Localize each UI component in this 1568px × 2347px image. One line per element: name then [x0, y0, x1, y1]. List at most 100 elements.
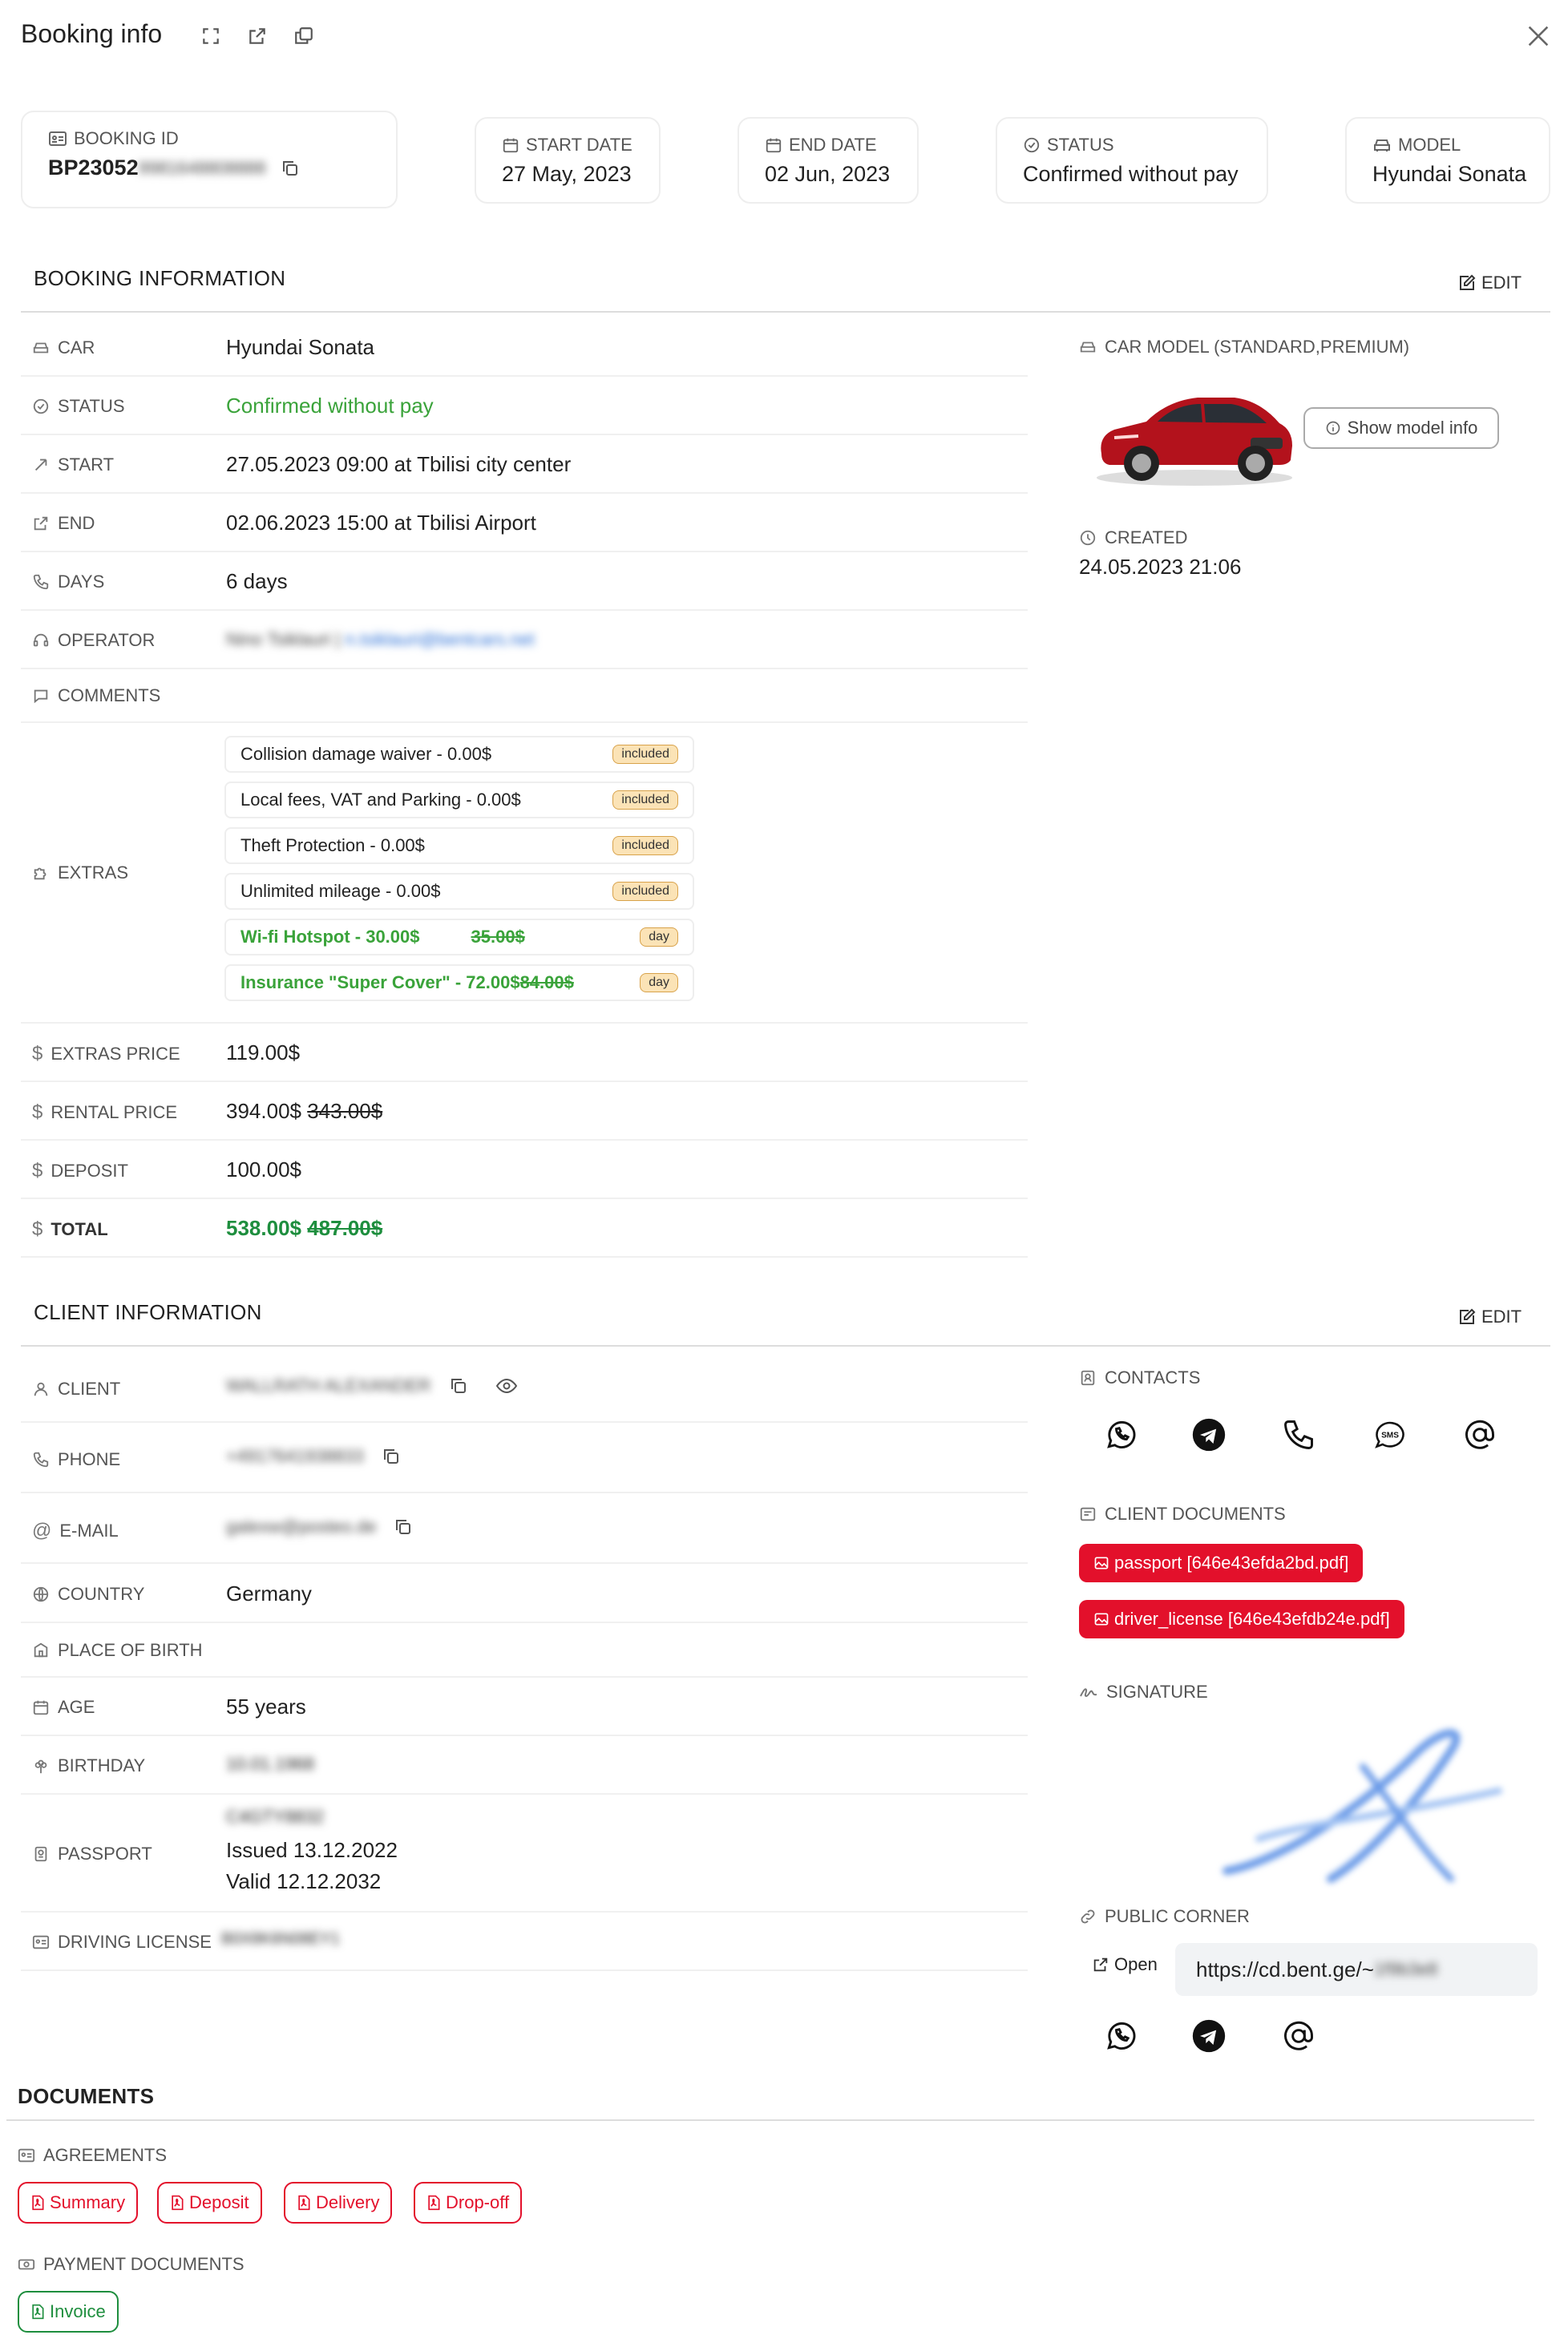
copy-icon[interactable]	[382, 1447, 401, 1466]
extra-item: Unlimited mileage - 0.00$ included	[224, 873, 694, 910]
booking-info-title: BOOKING INFORMATION	[34, 266, 286, 290]
payment-documents-label: PAYMENT DOCUMENTS	[18, 2254, 244, 2275]
extra-item: Local fees, VAT and Parking - 0.00$ incl…	[224, 782, 694, 818]
client-row-label: CLIENT	[32, 1379, 120, 1400]
clock-icon	[1079, 529, 1097, 547]
extra-item: Collision damage waiver - 0.00$ included	[224, 736, 694, 773]
pickup-icon	[32, 456, 50, 474]
svg-text:SMS: SMS	[1381, 1432, 1399, 1440]
show-model-info-button[interactable]: Show model info	[1303, 407, 1499, 449]
booking-id-hidden: 9981648808888	[138, 157, 266, 178]
status-card: STATUS Confirmed without pay	[996, 117, 1268, 204]
passport-valid: Valid 12.12.2032	[226, 1869, 382, 1893]
booking-edit-button[interactable]: EDIT	[1457, 273, 1522, 293]
pdf-icon	[30, 2304, 45, 2320]
status-row-label: STATUS	[32, 396, 125, 417]
info-icon	[1325, 420, 1341, 436]
email-icon[interactable]	[1462, 1417, 1497, 1452]
passport-document-button[interactable]: passport [646e43efda2bd.pdf]	[1079, 1544, 1364, 1582]
country-row-label: COUNTRY	[32, 1584, 144, 1605]
days-value: 6 days	[226, 569, 288, 593]
client-edit-button[interactable]: EDIT	[1457, 1307, 1522, 1327]
whatsapp-icon[interactable]	[1103, 1417, 1138, 1452]
status-value: Confirmed without pay	[226, 394, 434, 418]
car-row-label: CAR	[32, 337, 95, 358]
row-divider	[21, 1969, 1028, 1971]
client-documents-label: CLIENT DOCUMENTS	[1079, 1504, 1286, 1525]
email-icon[interactable]	[1281, 2018, 1316, 2054]
row-divider	[21, 375, 1028, 377]
contacts-label: CONTACTS	[1079, 1367, 1200, 1388]
end-value: 02.06.2023 15:00 at Tbilisi Airport	[226, 511, 536, 535]
id-card-icon	[48, 131, 67, 147]
created-value: 24.05.2023 21:06	[1079, 555, 1242, 579]
row-divider	[21, 1198, 1028, 1199]
end-row-label: END	[32, 513, 95, 534]
modal-title: Booking info	[21, 19, 163, 48]
dropoff-pdf-button[interactable]: Drop-off	[414, 2182, 523, 2224]
public-url-field[interactable]: https://cd.bent.ge/~ 1f9b3e8	[1175, 1943, 1538, 1996]
included-badge: included	[612, 745, 678, 764]
copy-icon[interactable]	[394, 1517, 413, 1537]
user-icon	[32, 1380, 50, 1398]
driving-license-value: B0X8K6N08EY1	[221, 1930, 340, 1948]
dollar-icon: $	[32, 1043, 43, 1064]
driver-license-document-button[interactable]: driver_license [646e43efdb24e.pdf]	[1079, 1600, 1404, 1638]
image-icon	[1093, 1555, 1109, 1571]
start-date-label: START DATE	[526, 135, 632, 155]
end-date-card: END DATE 02 Jun, 2023	[738, 117, 919, 204]
model-card: MODEL Hyundai Sonata	[1345, 117, 1550, 204]
document-icon	[1079, 1505, 1097, 1523]
row-divider	[21, 434, 1028, 435]
model-value: Hyundai Sonata	[1372, 162, 1527, 186]
booking-id-label: BOOKING ID	[74, 128, 179, 148]
duplicate-icon[interactable]	[293, 26, 314, 46]
row-divider	[21, 668, 1028, 669]
model-label: MODEL	[1398, 135, 1461, 155]
close-icon[interactable]	[1525, 22, 1552, 50]
sms-icon[interactable]: SMS	[1372, 1417, 1408, 1452]
pdf-icon	[30, 2195, 45, 2211]
open-public-link[interactable]: Open	[1092, 1954, 1158, 1975]
email-row-label: @ E-MAIL	[32, 1520, 119, 1541]
at-icon: @	[32, 1520, 52, 1541]
phone-call-icon[interactable]	[1281, 1417, 1316, 1452]
open-external-icon[interactable]	[247, 26, 268, 46]
start-date-card: START DATE 27 May, 2023	[475, 117, 661, 204]
car-icon	[1372, 137, 1392, 153]
edit-icon	[1457, 273, 1477, 293]
row-divider	[21, 1562, 1028, 1564]
passport-issued: Issued 13.12.2022	[226, 1838, 398, 1862]
dollar-icon: $	[32, 1160, 43, 1182]
eye-icon[interactable]	[495, 1376, 518, 1396]
check-circle-icon	[32, 398, 50, 415]
copy-icon[interactable]	[449, 1376, 468, 1396]
extra-item: Insurance "Super Cover" - 72.00$84.00$ d…	[224, 964, 694, 1001]
check-circle-icon	[1023, 136, 1041, 154]
dropoff-icon	[32, 515, 50, 532]
copy-icon[interactable]	[281, 159, 300, 178]
flower-icon	[32, 1757, 50, 1775]
summary-pdf-button[interactable]: Summary	[18, 2182, 139, 2224]
image-icon	[1093, 1611, 1109, 1627]
row-divider	[21, 1421, 1028, 1423]
telegram-icon[interactable]	[1191, 2018, 1227, 2054]
extra-item: Wi-fi Hotspot - 30.00$ 35.00$ day	[224, 919, 694, 955]
divider	[21, 1345, 1550, 1347]
total-label: $ TOTAL	[32, 1218, 108, 1240]
telegram-icon[interactable]	[1191, 1417, 1227, 1452]
invoice-pdf-button[interactable]: Invoice	[18, 2291, 119, 2333]
id-card-icon	[18, 2147, 35, 2163]
included-badge: included	[612, 836, 678, 855]
deposit-pdf-button[interactable]: Deposit	[157, 2182, 262, 2224]
signature-icon	[1079, 1683, 1098, 1701]
booking-id-card: BOOKING ID BP23052 9981648808888	[21, 111, 398, 208]
fullscreen-icon[interactable]	[200, 26, 221, 46]
car-model-label: CAR MODEL (STANDARD,PREMIUM)	[1079, 337, 1409, 358]
extra-item: Theft Protection - 0.00$ included	[224, 827, 694, 864]
whatsapp-icon[interactable]	[1103, 2018, 1138, 2054]
operator-email-link[interactable]: n.tsiklauri@bentcars.net	[345, 629, 534, 649]
delivery-pdf-button[interactable]: Delivery	[284, 2182, 393, 2224]
row-divider	[21, 551, 1028, 552]
modal-header: Booking info	[0, 0, 1568, 80]
